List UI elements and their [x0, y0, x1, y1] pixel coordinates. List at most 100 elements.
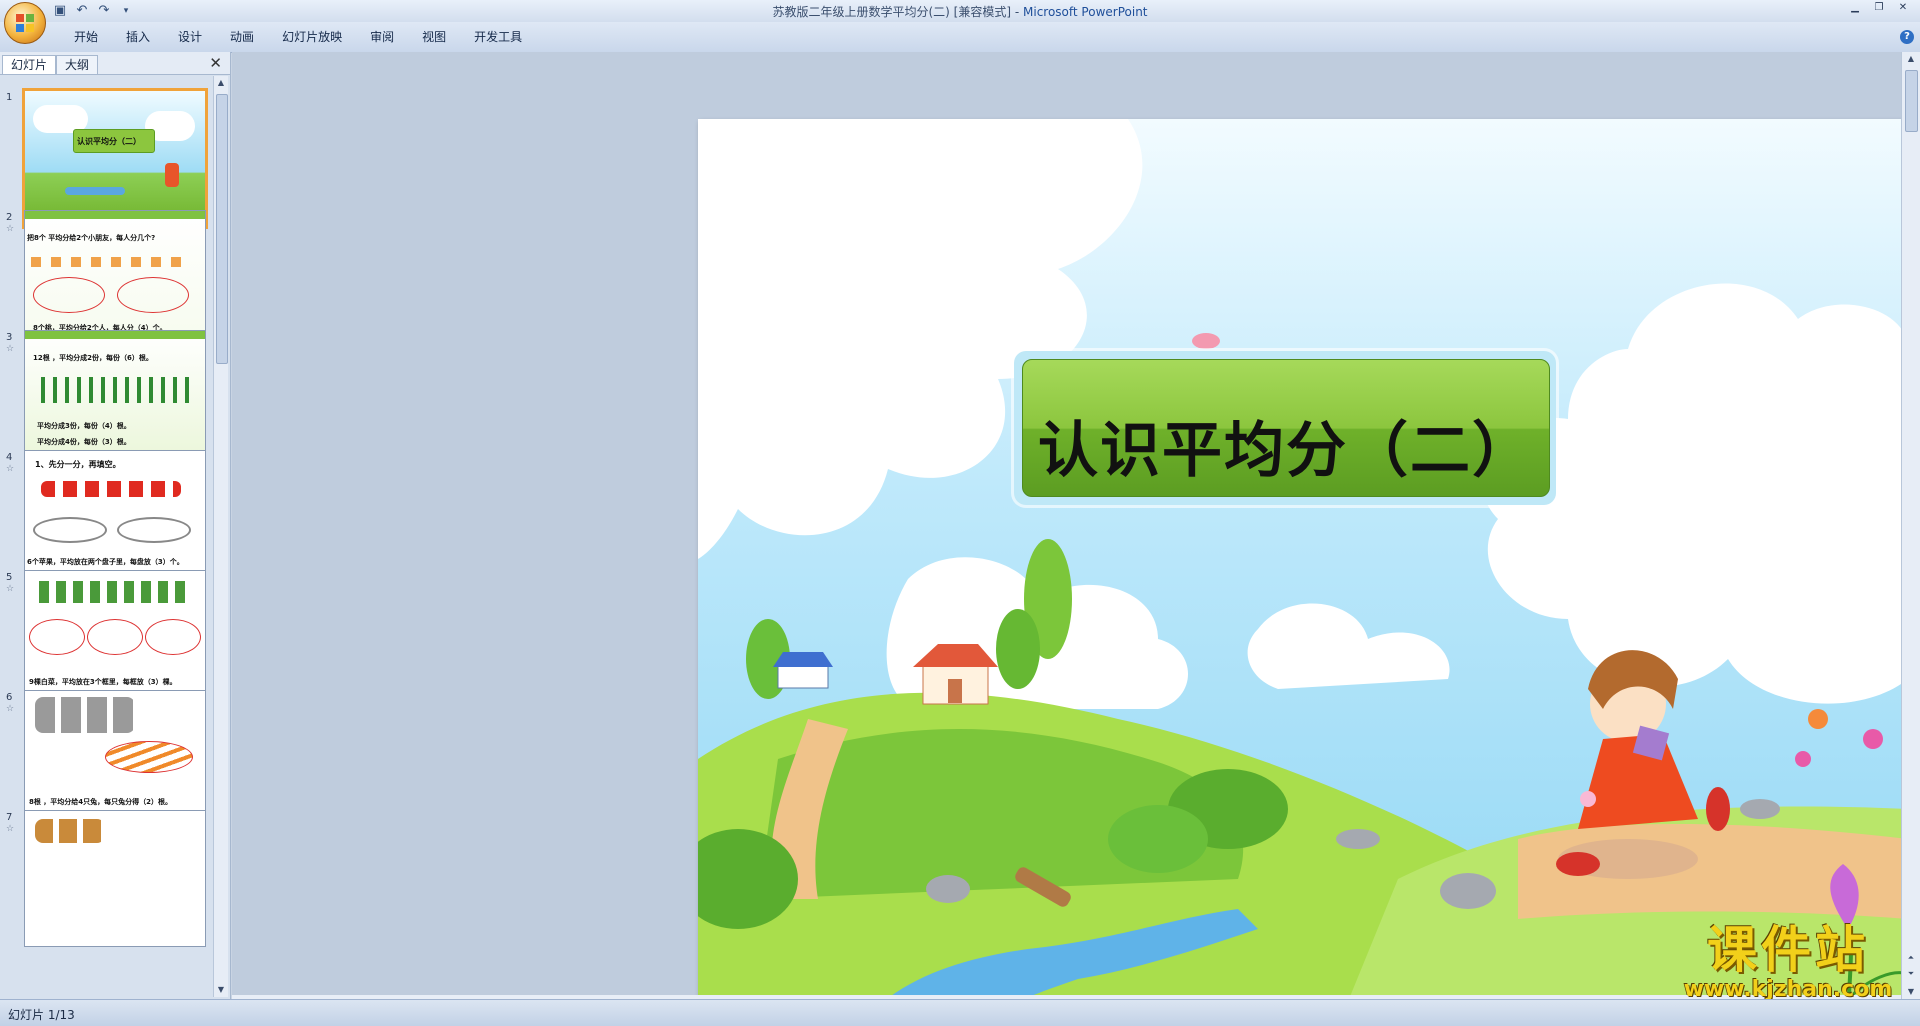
animation-star-icon: ☆ [6, 464, 15, 474]
restore-icon[interactable]: ❐ [1868, 1, 1890, 15]
animation-star-icon: ☆ [6, 824, 15, 834]
animation-star-icon: ☆ [6, 704, 15, 714]
thumbnail-row: 5 ☆ 9棵白菜，平均放在3个框里，每框放（3）棵。 [0, 570, 212, 710]
panel-tabs: 幻灯片 大纲 ✕ [0, 52, 230, 75]
minimize-icon[interactable]: ▁ [1844, 1, 1866, 15]
tab-insert[interactable]: 插入 [112, 29, 164, 45]
thumbnail-row: 3 ☆ 12根 ，平均分成2份，每份（6）根。 平均分成3份，每份（4）根。 平… [0, 330, 212, 470]
thumbnail-slide-3[interactable]: 12根 ，平均分成2份，每份（6）根。 平均分成3份，每份（4）根。 平均分成4… [24, 330, 206, 467]
thumbnail-slide-1[interactable]: 认识平均分（二） [22, 88, 208, 229]
window-title: 苏教版二年级上册数学平均分(二) [兼容模式] - Microsoft Powe… [0, 3, 1920, 20]
thumbnail-slide-5[interactable]: 9棵白菜，平均放在3个框里，每框放（3）棵。 [24, 570, 206, 707]
apple-row [41, 481, 181, 497]
squirrel-row [35, 819, 105, 843]
thumbnail-text: 平均分成4份，每份（3）根。 [37, 438, 131, 446]
close-icon[interactable]: ✕ [1892, 1, 1914, 15]
app-name: Microsoft PowerPoint [1023, 5, 1148, 19]
tab-slideshow[interactable]: 幻灯片放映 [268, 29, 356, 45]
cabbage-row [39, 581, 189, 603]
ellipse-shape [29, 619, 85, 655]
ellipse-shape [145, 619, 201, 655]
thumbnail-slide-2[interactable]: 把8个 平均分给2个小朋友，每人分几个? 8个桃，平均分给2个人，每人分（4）个… [24, 210, 206, 347]
plate-shape [117, 517, 191, 543]
thumbnail-text: 9棵白菜，平均放在3个框里，每框放（3）棵。 [29, 678, 177, 686]
title-bar: ▣ ↶ ↷ ▾ 苏教版二年级上册数学平均分(二) [兼容模式] - Micros… [0, 0, 1920, 23]
ellipse-shape [117, 277, 189, 313]
thumbnail-number: 3 [6, 332, 13, 343]
thumbnail-text: 平均分成3份，每份（4）根。 [37, 422, 131, 430]
thumbnail-row: 7 ☆ [0, 810, 212, 950]
thumbnail-row: 4 ☆ 1、先分一分，再填空。 6个苹果，平均放在两个盘子里，每盘放（3）个。 [0, 450, 212, 590]
animation-star-icon: ☆ [6, 344, 15, 354]
scroll-up-icon[interactable]: ▲ [1902, 52, 1920, 66]
office-logo-icon [16, 14, 34, 32]
thumb-header-bar [25, 211, 205, 219]
next-slide-icon[interactable]: ⏷ [1902, 967, 1920, 981]
slide-workspace: 认识平均分（二） [232, 52, 1908, 1026]
window-controls: ▁ ❐ ✕ [1844, 1, 1914, 15]
panel-close-icon[interactable]: ✕ [209, 54, 222, 72]
tab-home[interactable]: 开始 [60, 29, 112, 45]
slide-background-illustration [698, 119, 1908, 1026]
thumbnail-text: 把8个 平均分给2个小朋友，每人分几个? [27, 234, 156, 242]
ellipse-shape [33, 277, 105, 313]
thumbnail-row: 1 认识平均分（二） [0, 88, 212, 230]
document-title: 苏教版二年级上册数学平均分(二) [兼容模式] - [772, 5, 1023, 19]
thumbnail-slide-7[interactable] [24, 810, 206, 947]
tab-design[interactable]: 设计 [164, 29, 216, 45]
tab-developer[interactable]: 开发工具 [460, 29, 536, 45]
thumb-header-bar [25, 331, 205, 339]
thumbnail-scrollbar[interactable]: ▲ ▼ [213, 76, 228, 997]
tab-outline[interactable]: 大纲 [56, 55, 99, 74]
thumbnail-text: 认识平均分（二） [77, 137, 141, 146]
slide-title-inner: 认识平均分（二） [1022, 359, 1550, 497]
slide-counter: 幻灯片 1/13 [8, 1008, 75, 1022]
thumbnail-text: 6个苹果，平均放在两个盘子里，每盘放（3）个。 [27, 558, 184, 566]
river-shape [65, 187, 125, 195]
tab-view[interactable]: 视图 [408, 29, 460, 45]
thumbnail-text: 12根 ，平均分成2份，每份（6）根。 [33, 354, 153, 362]
office-button[interactable] [4, 2, 46, 44]
scroll-thumb[interactable] [1905, 70, 1918, 132]
tab-slides[interactable]: 幻灯片 [2, 55, 57, 74]
thumbnail-slide-4[interactable]: 1、先分一分，再填空。 6个苹果，平均放在两个盘子里，每盘放（3）个。 [24, 450, 206, 587]
ribbon-tabs: 开始 插入 设计 动画 幻灯片放映 审阅 视图 开发工具 [60, 29, 536, 45]
scroll-down-icon[interactable]: ▼ [1902, 985, 1920, 999]
thumbnail-slide-6[interactable]: 8根 ，平均分给4只兔，每只兔分得（2）根。 [24, 690, 206, 827]
thumbnail-number: 2 [6, 212, 13, 223]
thumbnail-row: 6 ☆ 8根 ，平均分给4只兔，每只兔分得（2）根。 [0, 690, 212, 830]
animation-star-icon: ☆ [6, 224, 15, 234]
scroll-down-icon[interactable]: ▼ [214, 983, 228, 997]
slide-title[interactable]: 认识平均分（二） [1023, 402, 1549, 489]
peach-row [31, 257, 191, 267]
plate-shape [33, 517, 107, 543]
thumbnail-number: 6 [6, 692, 13, 703]
thumbnail-number: 4 [6, 452, 13, 463]
girl-figure [165, 163, 179, 187]
thumbnail-list: 1 认识平均分（二） 2 ☆ 把8个 平均分给2个小朋友，每人分几个? 8个桃，… [0, 74, 212, 999]
current-slide[interactable]: 认识平均分（二） [698, 119, 1908, 1026]
scroll-thumb[interactable] [216, 94, 228, 364]
tab-animations[interactable]: 动画 [216, 29, 268, 45]
tab-review[interactable]: 审阅 [356, 29, 408, 45]
status-bar: 幻灯片 1/13 [0, 999, 1920, 1026]
thumbnail-number: 5 [6, 572, 13, 583]
slide-title-box[interactable]: 认识平均分（二） [1014, 351, 1556, 505]
thumbnail-row: 2 ☆ 把8个 平均分给2个小朋友，每人分几个? 8个桃，平均分给2个人，每人分… [0, 210, 212, 350]
help-icon[interactable]: ? [1900, 30, 1914, 44]
animation-star-icon: ☆ [6, 584, 15, 594]
previous-slide-icon[interactable]: ⏶ [1902, 951, 1920, 965]
slide-scrollbar[interactable]: ▲ ⏶ ⏷ ▼ [1901, 52, 1920, 999]
ellipse-shape [87, 619, 143, 655]
thumbnail-text: 8根 ，平均分给4只兔，每只兔分得（2）根。 [29, 798, 173, 806]
carrot-group [105, 741, 193, 773]
thumbnail-number: 1 [6, 92, 13, 103]
rabbit-row [35, 697, 135, 733]
watermark-text: 课件站 [1707, 920, 1869, 979]
ribbon: 开始 插入 设计 动画 幻灯片放映 审阅 视图 开发工具 ? [0, 22, 1920, 53]
stick-row [41, 377, 191, 403]
thumbnail-number: 7 [6, 812, 13, 823]
scroll-up-icon[interactable]: ▲ [214, 76, 228, 90]
slides-panel: 幻灯片 大纲 ✕ 1 认识平均分（二） 2 ☆ 把8个 平均分给2个小朋友，每人… [0, 52, 231, 999]
thumbnail-text: 1、先分一分，再填空。 [35, 460, 121, 469]
